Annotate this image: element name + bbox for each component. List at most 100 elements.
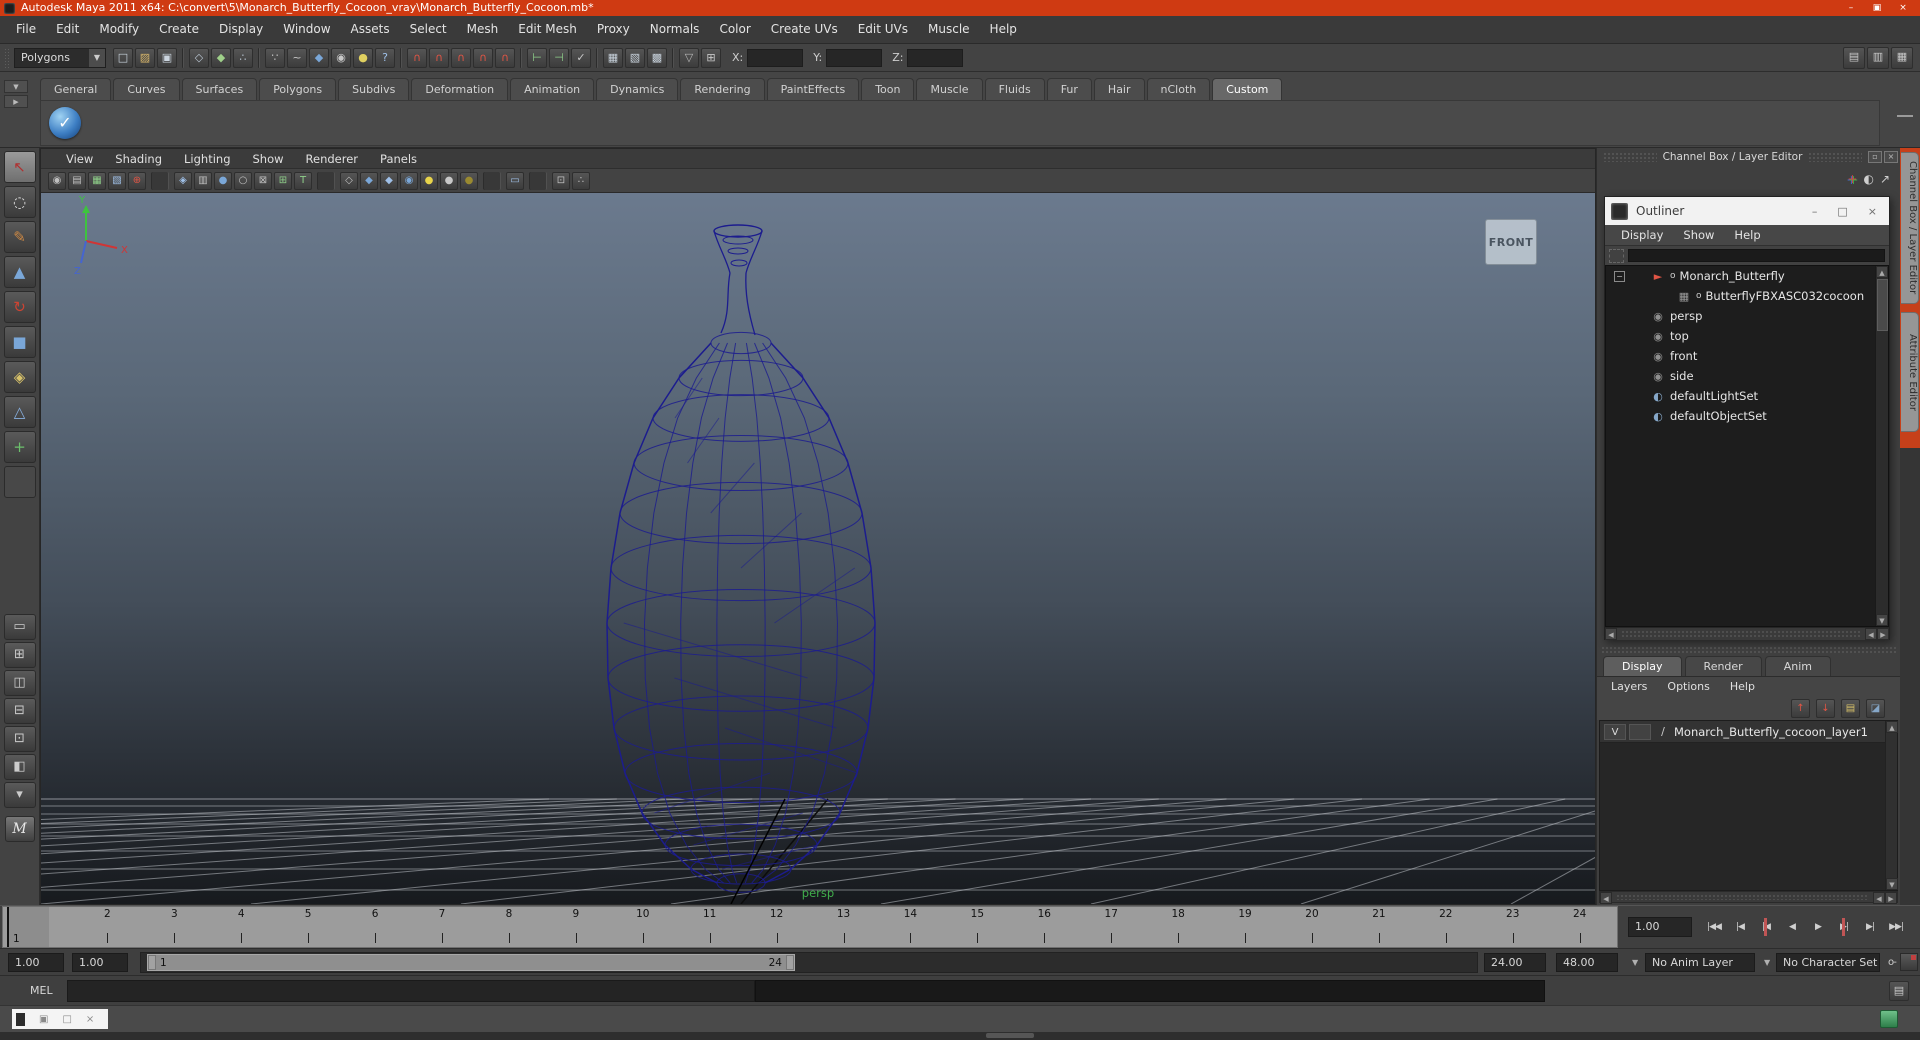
create-empty-layer-icon[interactable]: ▤ bbox=[1841, 698, 1860, 718]
viewport-menu-item[interactable]: Lighting bbox=[173, 152, 241, 166]
menu-item[interactable]: Color bbox=[709, 16, 760, 43]
close-panel-icon[interactable]: × bbox=[1884, 151, 1898, 163]
frame-tick[interactable]: 6 bbox=[342, 907, 409, 947]
viewport-menu-item[interactable]: Show bbox=[242, 152, 295, 166]
select-hierarchy-icon[interactable]: ◇ bbox=[189, 47, 209, 68]
minimize-button[interactable]: – bbox=[1838, 2, 1864, 15]
step-back-frame-button[interactable]: |◀ bbox=[1728, 916, 1752, 938]
shelf-tab[interactable]: Curves bbox=[113, 78, 180, 100]
shelf-tab[interactable]: Toon bbox=[861, 78, 915, 100]
input-connections-icon[interactable]: ⊢ bbox=[527, 47, 547, 68]
range-slider-track[interactable]: 1 24 bbox=[140, 952, 1478, 973]
menu-item[interactable]: Modify bbox=[89, 16, 149, 43]
frame-tick[interactable]: 15 bbox=[944, 907, 1011, 947]
playback-range-bar[interactable]: 1 24 bbox=[147, 954, 795, 971]
shelf-tab-switch-button[interactable]: ▼ bbox=[4, 80, 28, 93]
single-pane-layout-button[interactable]: ▭ bbox=[3, 614, 36, 640]
scrollbar-thumb[interactable] bbox=[1877, 279, 1888, 331]
current-time-field[interactable]: 1.00 bbox=[1628, 917, 1692, 937]
frame-tick[interactable]: 20 bbox=[1279, 907, 1346, 947]
show-manipulator-tool[interactable]: + bbox=[3, 431, 36, 463]
shelf-tab[interactable]: Fur bbox=[1046, 78, 1092, 100]
camera-attributes-icon[interactable]: ▤ bbox=[68, 171, 86, 190]
resize-handle[interactable] bbox=[986, 1033, 1034, 1038]
outliner-menu-item[interactable]: Display bbox=[1611, 228, 1673, 242]
layer-editor-tab[interactable]: Anim bbox=[1764, 656, 1831, 676]
shelf-menu-button[interactable]: ▶ bbox=[4, 95, 28, 108]
gate-mask-icon[interactable]: ○ bbox=[234, 171, 252, 190]
smooth-shade-all-icon[interactable]: ◆ bbox=[380, 171, 398, 190]
selection-mode-dropdown[interactable]: Polygons ▼ bbox=[14, 47, 106, 68]
scroll-left-icon[interactable]: ◀ bbox=[1605, 628, 1617, 640]
scroll-down-icon[interactable]: ▼ bbox=[1886, 878, 1898, 890]
menu-item[interactable]: Window bbox=[273, 16, 340, 43]
viewcube[interactable]: FRONT bbox=[1485, 219, 1537, 265]
animation-end-field[interactable]: 48.00 bbox=[1556, 952, 1618, 972]
select-camera-icon[interactable]: ◉ bbox=[48, 171, 66, 190]
snap-to-point-icon[interactable]: ∩ bbox=[451, 47, 471, 68]
step-back-key-button[interactable]: |◀ bbox=[1754, 916, 1778, 938]
scroll-up-icon[interactable]: ▲ bbox=[1886, 721, 1898, 733]
layer-row[interactable]: V ∕ Monarch_Butterfly_cocoon_layer1 bbox=[1600, 721, 1897, 743]
field-chart-icon[interactable]: ⊠ bbox=[254, 171, 272, 190]
shelf-tab[interactable]: Custom bbox=[1212, 78, 1283, 100]
attribute-editor-toggle[interactable]: ▤ bbox=[1843, 46, 1865, 69]
shelf-tab[interactable]: Subdivs bbox=[338, 78, 410, 100]
select-component-icon[interactable]: ∴ bbox=[233, 47, 253, 68]
maximize-icon[interactable]: □ bbox=[62, 1014, 71, 1025]
play-forwards-button[interactable]: ▶ bbox=[1806, 916, 1830, 938]
channel-box-header[interactable]: Channel Box / Layer Editor ▫ × bbox=[1597, 148, 1900, 166]
create-layer-from-selected-icon[interactable]: ◪ bbox=[1866, 698, 1885, 718]
make-live-icon[interactable]: ∩ bbox=[495, 47, 515, 68]
chevron-down-icon[interactable]: ▼ bbox=[1764, 958, 1770, 967]
frame-tick[interactable]: 23 bbox=[1479, 907, 1546, 947]
layer-list-hscrollbar[interactable]: ◀ ◀ ▶ bbox=[1599, 891, 1898, 904]
coord-input[interactable] bbox=[747, 48, 804, 67]
outliner-item[interactable]: ◉ front bbox=[1606, 346, 1888, 366]
shelf-tab[interactable]: General bbox=[40, 78, 112, 100]
rotate-tool[interactable]: ↻ bbox=[3, 291, 36, 323]
shelf-tab[interactable]: Dynamics bbox=[596, 78, 679, 100]
range-end-handle[interactable] bbox=[786, 955, 794, 970]
step-forward-key-button[interactable]: ▶| bbox=[1832, 916, 1856, 938]
shelf-tab[interactable]: Hair bbox=[1093, 78, 1145, 100]
time-slider-track[interactable]: 123456789101112131415161718192021222324 … bbox=[2, 906, 1618, 948]
safe-action-icon[interactable]: ⊞ bbox=[274, 171, 292, 190]
outliner-titlebar[interactable]: Outliner – □ × bbox=[1605, 197, 1889, 225]
outliner-item[interactable]: ◉ top bbox=[1606, 326, 1888, 346]
minimize-icon[interactable]: – bbox=[1812, 205, 1818, 218]
frame-tick[interactable]: 10 bbox=[609, 907, 676, 947]
frame-tick[interactable]: 21 bbox=[1345, 907, 1412, 947]
paint-selection-tool[interactable]: ✎ bbox=[3, 221, 36, 253]
smooth-shade-icon[interactable]: ◆ bbox=[360, 171, 378, 190]
use-all-lights-icon[interactable]: ● bbox=[440, 171, 458, 190]
viewport-canvas[interactable]: FRONT Y X Z persp bbox=[41, 193, 1595, 904]
frame-tick[interactable]: 16 bbox=[1011, 907, 1078, 947]
outliner-item[interactable]: ◉ side bbox=[1606, 366, 1888, 386]
viewport-menu-item[interactable]: Panels bbox=[369, 152, 428, 166]
share-view-icon[interactable]: ∴ bbox=[572, 171, 590, 190]
menu-item[interactable]: Select bbox=[400, 16, 457, 43]
render-settings-icon[interactable]: ▩ bbox=[647, 47, 667, 68]
manip-arrow-icon[interactable]: ↗ bbox=[1880, 172, 1890, 186]
frame-tick[interactable]: 3 bbox=[141, 907, 208, 947]
outliner-menu-item[interactable]: Help bbox=[1724, 228, 1770, 242]
persp-graph-layout-button[interactable]: ⊟ bbox=[3, 698, 36, 724]
layer-display-type-toggle[interactable] bbox=[1629, 723, 1651, 740]
chevron-down-icon[interactable]: ▼ bbox=[1632, 958, 1638, 967]
move-tool[interactable]: ▲ bbox=[3, 256, 36, 288]
snap-to-view-plane-icon[interactable]: ∩ bbox=[473, 47, 493, 68]
persp-outliner-graph-layout-button[interactable]: ◧ bbox=[3, 754, 36, 780]
animation-preferences-icon[interactable] bbox=[1900, 953, 1918, 971]
outliner-item[interactable]: − ► o Monarch_Butterfly bbox=[1606, 266, 1888, 286]
menu-item[interactable]: Mesh bbox=[457, 16, 509, 43]
collapse-toggle[interactable]: − bbox=[1614, 270, 1625, 282]
command-input[interactable] bbox=[66, 979, 755, 1002]
viewport-menu-item[interactable]: Renderer bbox=[295, 152, 370, 166]
layer-editor-menu-item[interactable]: Help bbox=[1720, 680, 1765, 693]
last-tool-slot[interactable] bbox=[3, 466, 36, 498]
layer-editor-menu-item[interactable]: Layers bbox=[1601, 680, 1657, 693]
layer-editor-tab[interactable]: Display bbox=[1603, 656, 1682, 676]
character-set-field[interactable]: No Character Set bbox=[1776, 952, 1880, 972]
frame-tick[interactable]: 9 bbox=[542, 907, 609, 947]
